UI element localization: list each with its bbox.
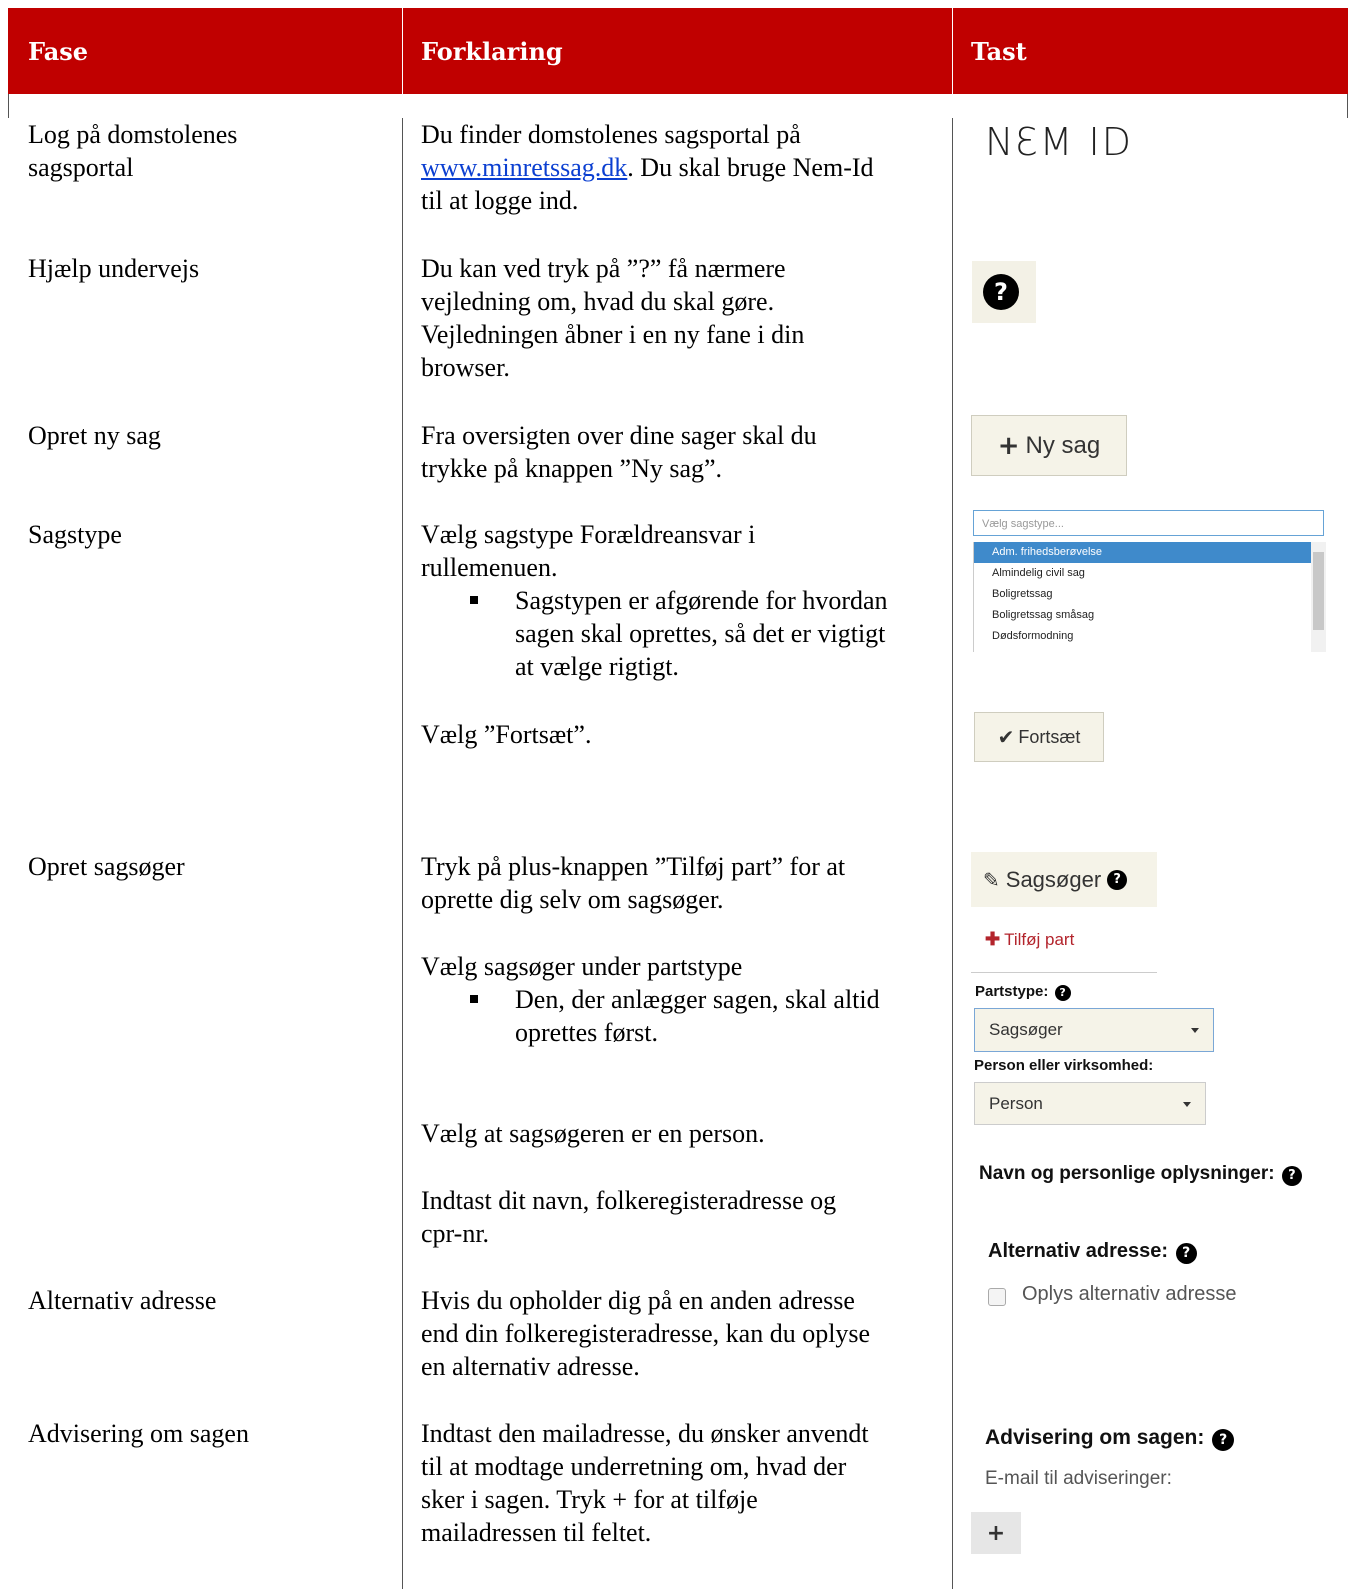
plaintiff-note: Den, der anlægger sagen, skal altid opre… xyxy=(515,985,880,1047)
question-circle-icon[interactable]: ? xyxy=(1054,984,1071,1001)
bullet-icon xyxy=(470,596,478,604)
case-type-scrollbar[interactable] xyxy=(1311,542,1326,652)
party-type-label: Partstype: ? xyxy=(975,983,1071,1001)
question-circle-icon: ? xyxy=(983,274,1019,310)
new-case-button[interactable]: + Ny sag xyxy=(971,415,1127,476)
forklaring-alt-address: Hvis du opholder dig på en anden adresse… xyxy=(421,1286,871,1381)
forklaring-plaintiff-4: Indtast dit navn, folkeregisteradresse o… xyxy=(421,1186,837,1248)
header-tast: Tast xyxy=(971,37,1027,66)
add-email-button[interactable]: + xyxy=(971,1512,1021,1554)
column-divider-1 xyxy=(402,118,403,1589)
alt-address-checkbox-label[interactable]: Oplys alternativ adresse xyxy=(1022,1283,1237,1306)
case-type-search-input[interactable]: Vælg sagstype... xyxy=(973,510,1324,536)
person-or-company-label: Person eller virksomhed: xyxy=(974,1057,1154,1074)
divider xyxy=(971,972,1157,973)
help-button[interactable]: ? xyxy=(972,261,1036,323)
forklaring-help: Du kan ved tryk på ”?” få nærmere vejled… xyxy=(421,254,805,382)
question-circle-icon[interactable]: ? xyxy=(1212,1429,1235,1451)
forklaring-case-type: Vælg sagstype Forældreansvar i rullemenu… xyxy=(421,520,756,582)
bullet-icon xyxy=(470,995,478,1003)
checkmark-icon: ✔ xyxy=(997,725,1015,749)
continue-instruction: Vælg ”Fortsæt”. xyxy=(421,720,592,749)
case-type-options: Adm. frihedsberøvelse Almindelig civil s… xyxy=(973,542,1312,652)
header-divider xyxy=(402,8,403,94)
personal-info-title: Navn og personlige oplysninger: ? xyxy=(979,1163,1302,1186)
nemid-logo: NƐM ID xyxy=(985,120,1134,164)
column-divider-2 xyxy=(952,118,953,1589)
header-divider xyxy=(952,8,953,94)
header-fase: Fase xyxy=(28,37,89,66)
table-border-right xyxy=(1347,94,1348,118)
fase-case-type: Sagstype xyxy=(28,520,122,549)
forklaring-notify: Indtast den mailadresse, du ønsker anven… xyxy=(421,1419,869,1547)
case-type-option[interactable]: Almindelig civil sag xyxy=(974,563,1312,584)
scrollbar-thumb[interactable] xyxy=(1313,552,1324,630)
case-type-option[interactable]: Dødsformodning xyxy=(974,626,1312,647)
continue-button[interactable]: ✔ Fortsæt xyxy=(974,712,1104,762)
plaintiff-panel-header[interactable]: ✎ Sagsøger ? xyxy=(971,852,1157,907)
case-type-option[interactable]: Adm. frihedsberøvelse xyxy=(974,542,1312,563)
question-circle-icon[interactable]: ? xyxy=(1107,869,1128,890)
fase-notify: Advisering om sagen xyxy=(28,1419,249,1448)
question-circle-icon[interactable]: ? xyxy=(1175,1242,1197,1264)
person-or-company-select[interactable]: Person xyxy=(974,1082,1206,1125)
fase-login: Log på domstolenes sagsportal xyxy=(28,120,238,182)
edit-icon: ✎ xyxy=(983,867,1000,892)
forklaring-plaintiff-3: Vælg at sagsøgeren er en person. xyxy=(421,1119,765,1148)
header-forklaring: Forklaring xyxy=(421,37,563,66)
case-type-note: Sagstypen er afgørende for hvordan sagen… xyxy=(515,586,888,681)
question-circle-icon[interactable]: ? xyxy=(1281,1165,1302,1186)
forklaring-new-case: Fra oversigten over dine sager skal du t… xyxy=(421,421,817,483)
table-border-left xyxy=(8,94,9,118)
plus-icon: ✚ xyxy=(985,929,1001,949)
alt-address-checkbox[interactable] xyxy=(988,1288,1006,1306)
add-party-button[interactable]: ✚ Tilføj part xyxy=(985,929,1074,950)
fase-alt-address: Alternativ adresse xyxy=(28,1286,217,1315)
minretssag-link[interactable]: www.minretssag.dk xyxy=(421,153,627,182)
notify-title: Advisering om sagen: ? xyxy=(985,1426,1235,1451)
caret-down-icon xyxy=(1191,1028,1199,1033)
email-label: E-mail til adviseringer: xyxy=(985,1468,1172,1489)
caret-down-icon xyxy=(1183,1101,1191,1107)
table-header: Fase Forklaring Tast xyxy=(8,8,1348,94)
case-type-option[interactable]: Boligretssag småsag xyxy=(974,605,1312,626)
fase-plaintiff: Opret sagsøger xyxy=(28,852,185,881)
party-type-select[interactable]: Sagsøger xyxy=(974,1008,1214,1052)
alt-address-title: Alternativ adresse: ? xyxy=(988,1240,1197,1264)
fase-new-case: Opret ny sag xyxy=(28,421,161,450)
case-type-option[interactable]: Boligretssag xyxy=(974,584,1312,605)
forklaring-login: Du finder domstolenes sagsportal på www.… xyxy=(421,120,874,215)
plus-icon: + xyxy=(997,430,1020,461)
fase-help: Hjælp undervejs xyxy=(28,254,200,283)
forklaring-plaintiff-1: Tryk på plus-knappen ”Tilføj part” for a… xyxy=(421,852,846,914)
forklaring-plaintiff-2: Vælg sagsøger under partstype xyxy=(421,952,743,981)
